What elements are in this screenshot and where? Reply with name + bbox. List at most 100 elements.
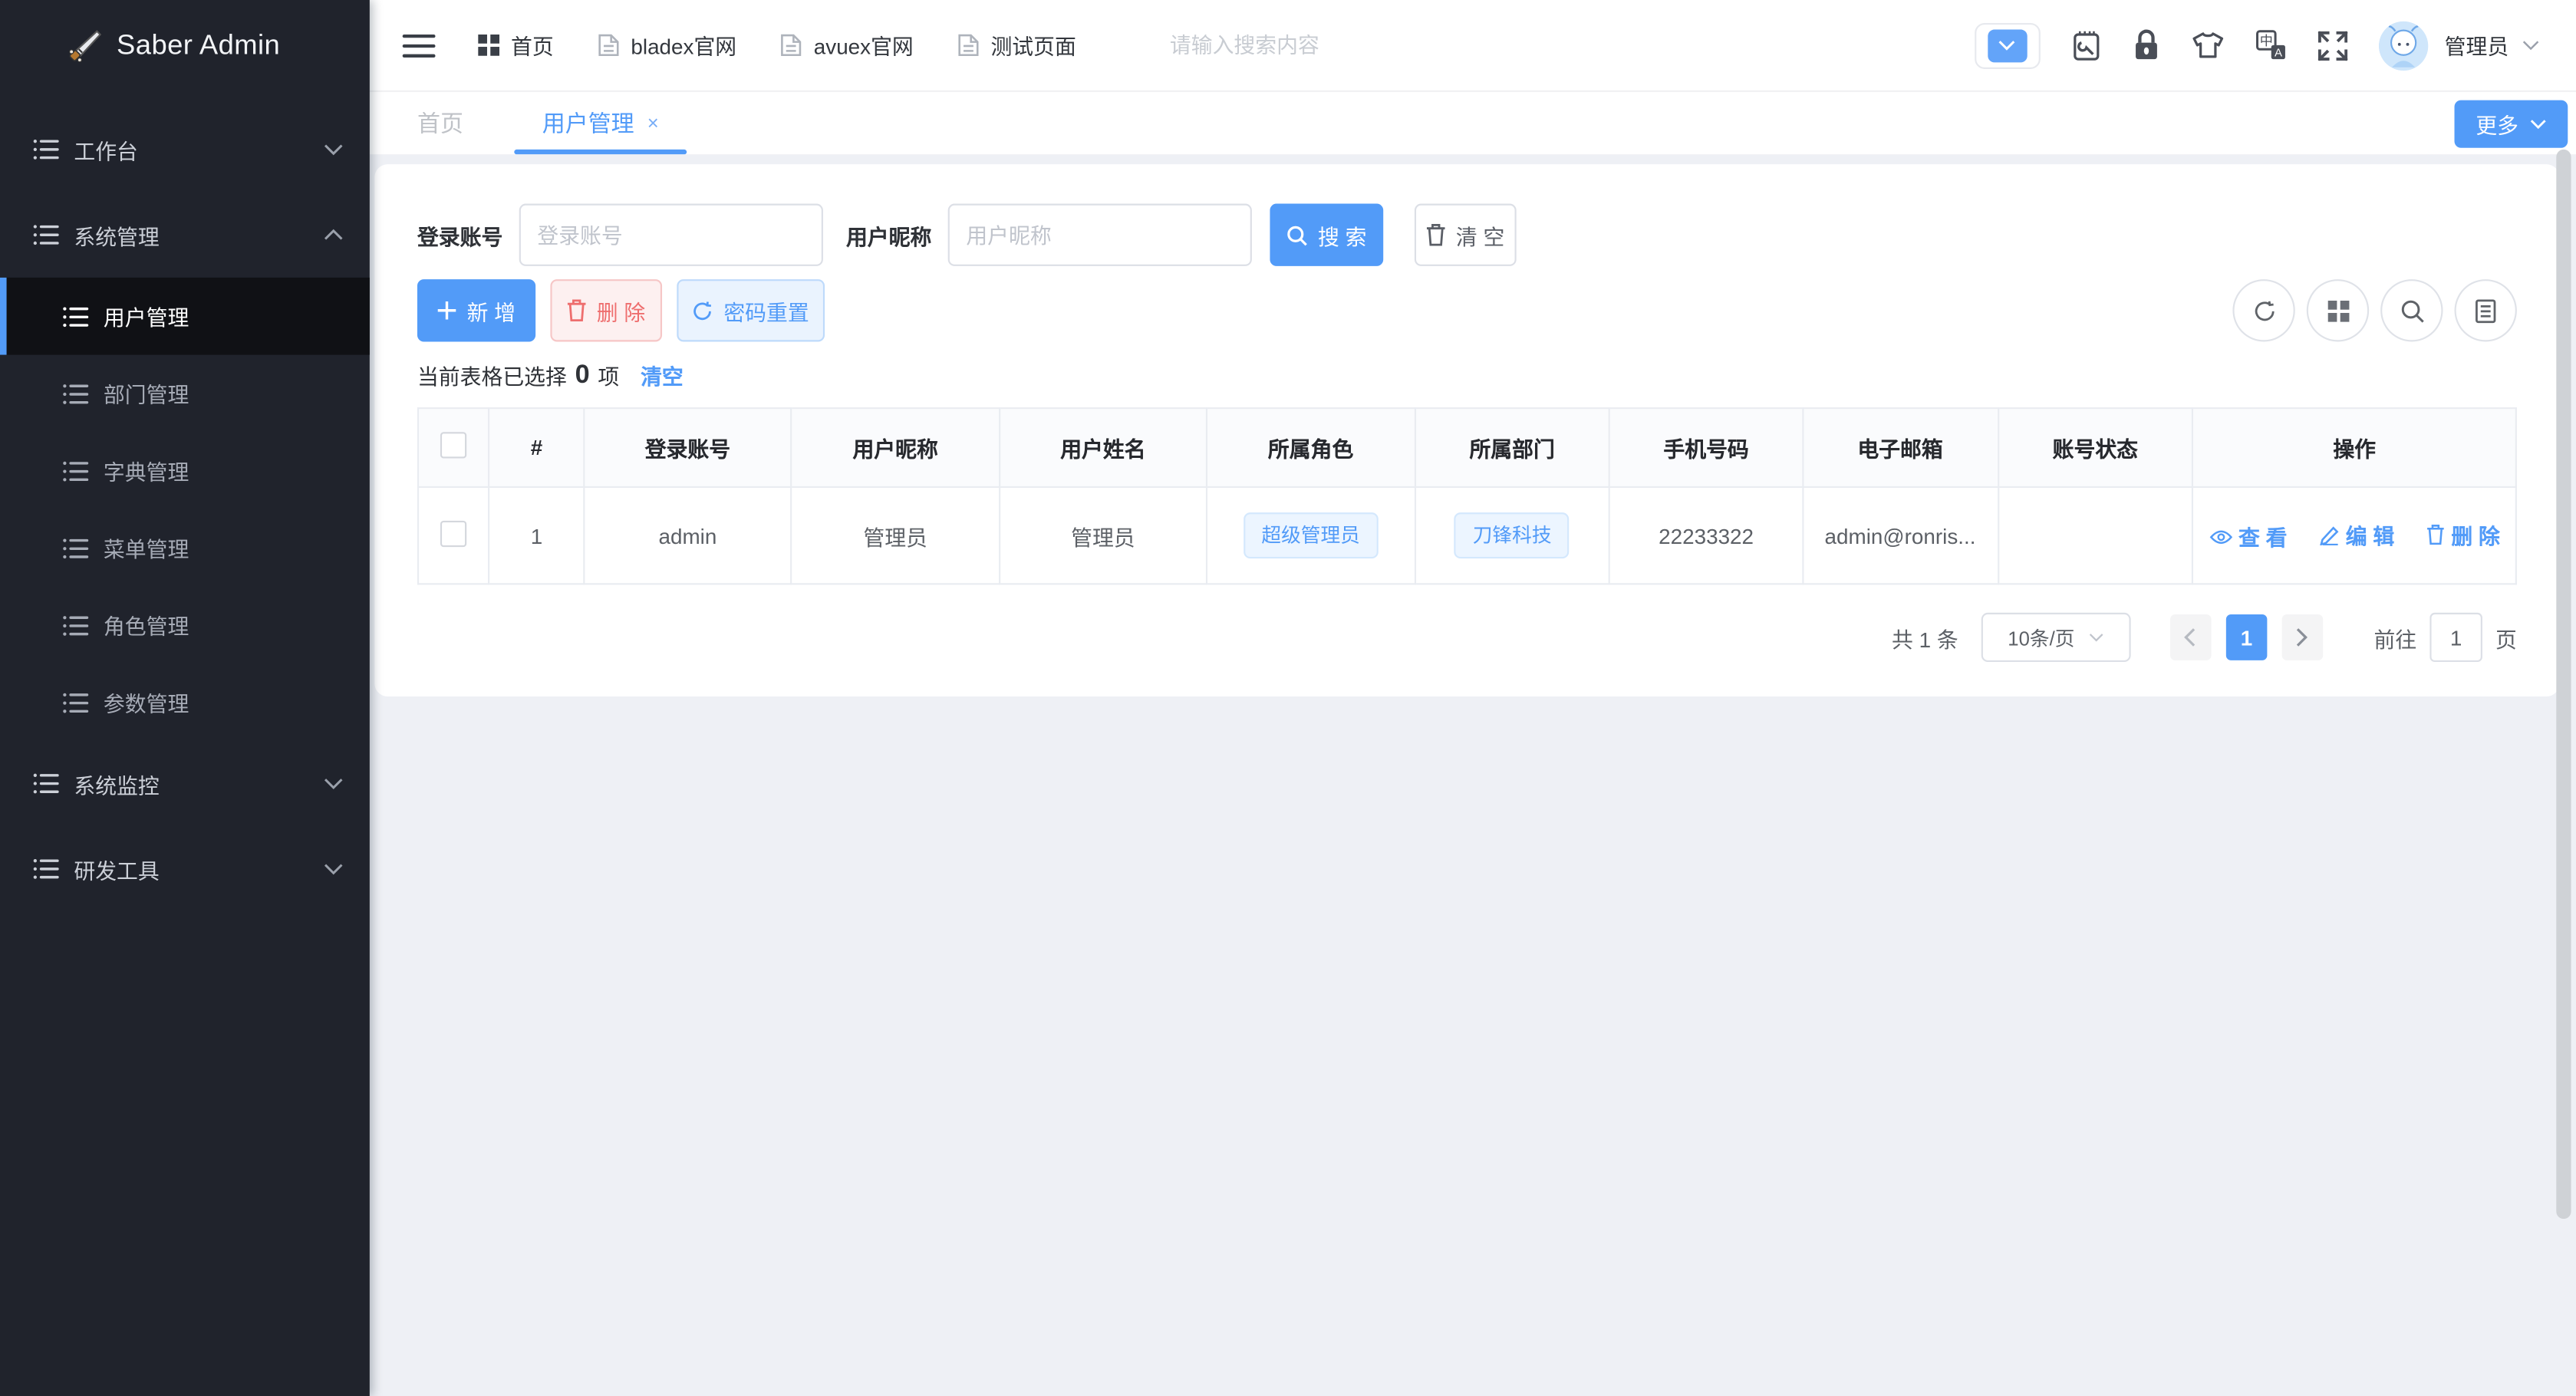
clear-button[interactable]: 清 空: [1414, 203, 1517, 266]
fullscreen-icon[interactable]: [2317, 30, 2348, 61]
tabs-more-button[interactable]: 更多: [2454, 100, 2568, 148]
search-icon: [2400, 299, 2423, 322]
sidebar-item-system-mgmt[interactable]: 系统管理: [0, 193, 370, 278]
sidebar-item-dept-mgmt[interactable]: 部门管理: [0, 355, 370, 433]
delete-link[interactable]: 删 除: [2426, 519, 2500, 550]
topnav-item-test-page[interactable]: 测试页面: [958, 30, 1076, 61]
clear-button-label: 清 空: [1455, 224, 1505, 249]
sidebar-item-label: 角色管理: [103, 614, 189, 640]
header-index: #: [488, 407, 585, 489]
topnav-item-home[interactable]: 首页: [478, 30, 554, 61]
sidebar-item-label: 系统监控: [74, 772, 160, 798]
sidebar-item-menu-mgmt[interactable]: 菜单管理: [0, 509, 370, 587]
search-button[interactable]: 搜 索: [1270, 203, 1384, 266]
edit-link[interactable]: 编 辑: [2319, 519, 2394, 551]
doc-icon: [958, 34, 979, 57]
list-icon: [63, 615, 89, 635]
list-icon: [63, 384, 89, 403]
add-button[interactable]: 新 增: [417, 279, 536, 342]
sidebar: Saber Admin 工作台 系统管理 用户管理 部门管理 字典管理 菜单管理…: [0, 0, 370, 1396]
select-all-checkbox[interactable]: [440, 432, 467, 459]
page-number-button[interactable]: 1: [2225, 614, 2268, 660]
list-icon: [63, 460, 89, 481]
theme-tshirt-icon[interactable]: [2192, 31, 2225, 59]
trash-icon: [2427, 524, 2444, 545]
list-icon: [63, 538, 89, 558]
sidebar-item-dev-tools[interactable]: 研发工具: [0, 826, 370, 911]
next-page-button[interactable]: [2281, 614, 2324, 660]
cell-nickname: 管理员: [790, 486, 1000, 585]
header-phone: 手机号码: [1609, 407, 1804, 489]
tab-home[interactable]: 首页: [386, 92, 494, 154]
sidebar-item-dict-mgmt[interactable]: 字典管理: [0, 432, 370, 509]
list-icon: [63, 306, 89, 327]
cell-dept: 刀锋科技: [1413, 486, 1611, 585]
row-checkbox[interactable]: [440, 519, 467, 547]
edit-pencil-icon: [2319, 525, 2339, 545]
sidebar-item-label: 工作台: [74, 138, 138, 164]
sidebar-item-role-mgmt[interactable]: 角色管理: [0, 587, 370, 664]
tab-label: 用户管理: [542, 110, 634, 137]
sidebar-item-param-mgmt[interactable]: 参数管理: [0, 663, 370, 741]
pagination: 共 1 条 10条/页 1 前往 页: [417, 612, 2517, 663]
eye-icon: [2209, 530, 2232, 544]
sidebar-item-user-mgmt[interactable]: 用户管理: [0, 277, 370, 355]
user-avatar[interactable]: [2378, 20, 2429, 71]
cell-email: admin@ronris...: [1801, 486, 1999, 585]
table-toolbar: 新 增 删 除 密码重置: [417, 279, 2517, 342]
tab-label: 首页: [417, 110, 463, 137]
chevron-up-icon: [324, 229, 344, 242]
close-icon[interactable]: ×: [647, 112, 659, 135]
user-name[interactable]: 管理员: [2445, 30, 2509, 61]
debug-clipboard-icon[interactable]: [2072, 28, 2102, 61]
global-search-input[interactable]: [1166, 31, 1420, 60]
refresh-icon: [2254, 300, 2274, 321]
top-navbar: 首页 bladex官网 avuex官网 测试页面 请输入搜索内容 中 A 管理员: [369, 0, 2576, 92]
list-icon: [33, 773, 59, 794]
filter-input-nickname[interactable]: [947, 203, 1252, 266]
app-logo[interactable]: Saber Admin: [0, 0, 370, 91]
topnav-item-avuex[interactable]: avuex官网: [781, 30, 914, 61]
selection-count: 0: [575, 361, 590, 389]
doc-icon: [781, 34, 802, 57]
tab-user-mgmt[interactable]: 用户管理 ×: [511, 92, 690, 155]
filter-input-account[interactable]: [519, 203, 823, 266]
topnav-item-label: bladex官网: [631, 34, 737, 60]
prev-page-button[interactable]: [2169, 614, 2212, 660]
role-tag[interactable]: 超级管理员: [1243, 512, 1379, 559]
column-search-button[interactable]: [2380, 279, 2443, 342]
add-button-label: 新 增: [466, 299, 516, 324]
reset-password-button[interactable]: 密码重置: [677, 279, 825, 342]
column-grid-button[interactable]: [2306, 279, 2370, 342]
lock-icon[interactable]: [2133, 29, 2160, 61]
goto-page-input[interactable]: [2429, 612, 2482, 663]
list-icon: [63, 692, 89, 713]
header-nickname: 用户昵称: [790, 407, 1000, 489]
sidebar-item-workbench[interactable]: 工作台: [0, 107, 370, 192]
pagination-total: 共 1 条: [1892, 627, 1958, 652]
header-checkbox-cell: [417, 407, 491, 489]
topnav-item-label: 首页: [511, 34, 554, 60]
sidebar-item-label: 研发工具: [74, 858, 160, 884]
delete-button-label: 删 除: [596, 299, 646, 324]
topnav-item-bladex[interactable]: bladex官网: [598, 30, 737, 61]
sidebar-item-system-monitor[interactable]: 系统监控: [0, 741, 370, 826]
dept-tag[interactable]: 刀锋科技: [1454, 512, 1570, 559]
column-config-button[interactable]: [2454, 279, 2517, 342]
document-list-icon: [2476, 298, 2496, 323]
delete-button[interactable]: 删 除: [550, 279, 663, 342]
selection-clear-link[interactable]: 清空: [641, 360, 684, 391]
view-link[interactable]: 查 看: [2209, 521, 2287, 552]
scrollbar-thumb[interactable]: [2556, 149, 2571, 1220]
page-size-select[interactable]: 10条/页: [1981, 612, 2131, 663]
selection-suffix: 项: [598, 364, 620, 390]
content-card: 登录账号 用户昵称 搜 索 清 空: [374, 164, 2560, 697]
filter-label-account: 登录账号: [417, 224, 503, 249]
sidebar-item-label: 菜单管理: [103, 537, 189, 562]
sidebar-collapse-button[interactable]: [402, 27, 436, 63]
chevron-right-icon: [2297, 628, 2308, 647]
refresh-button[interactable]: [2232, 279, 2295, 342]
top-menu-toggle-button[interactable]: [1975, 21, 2041, 68]
search-button-label: 搜 索: [1318, 224, 1367, 249]
translate-icon[interactable]: 中 A: [2255, 30, 2287, 61]
